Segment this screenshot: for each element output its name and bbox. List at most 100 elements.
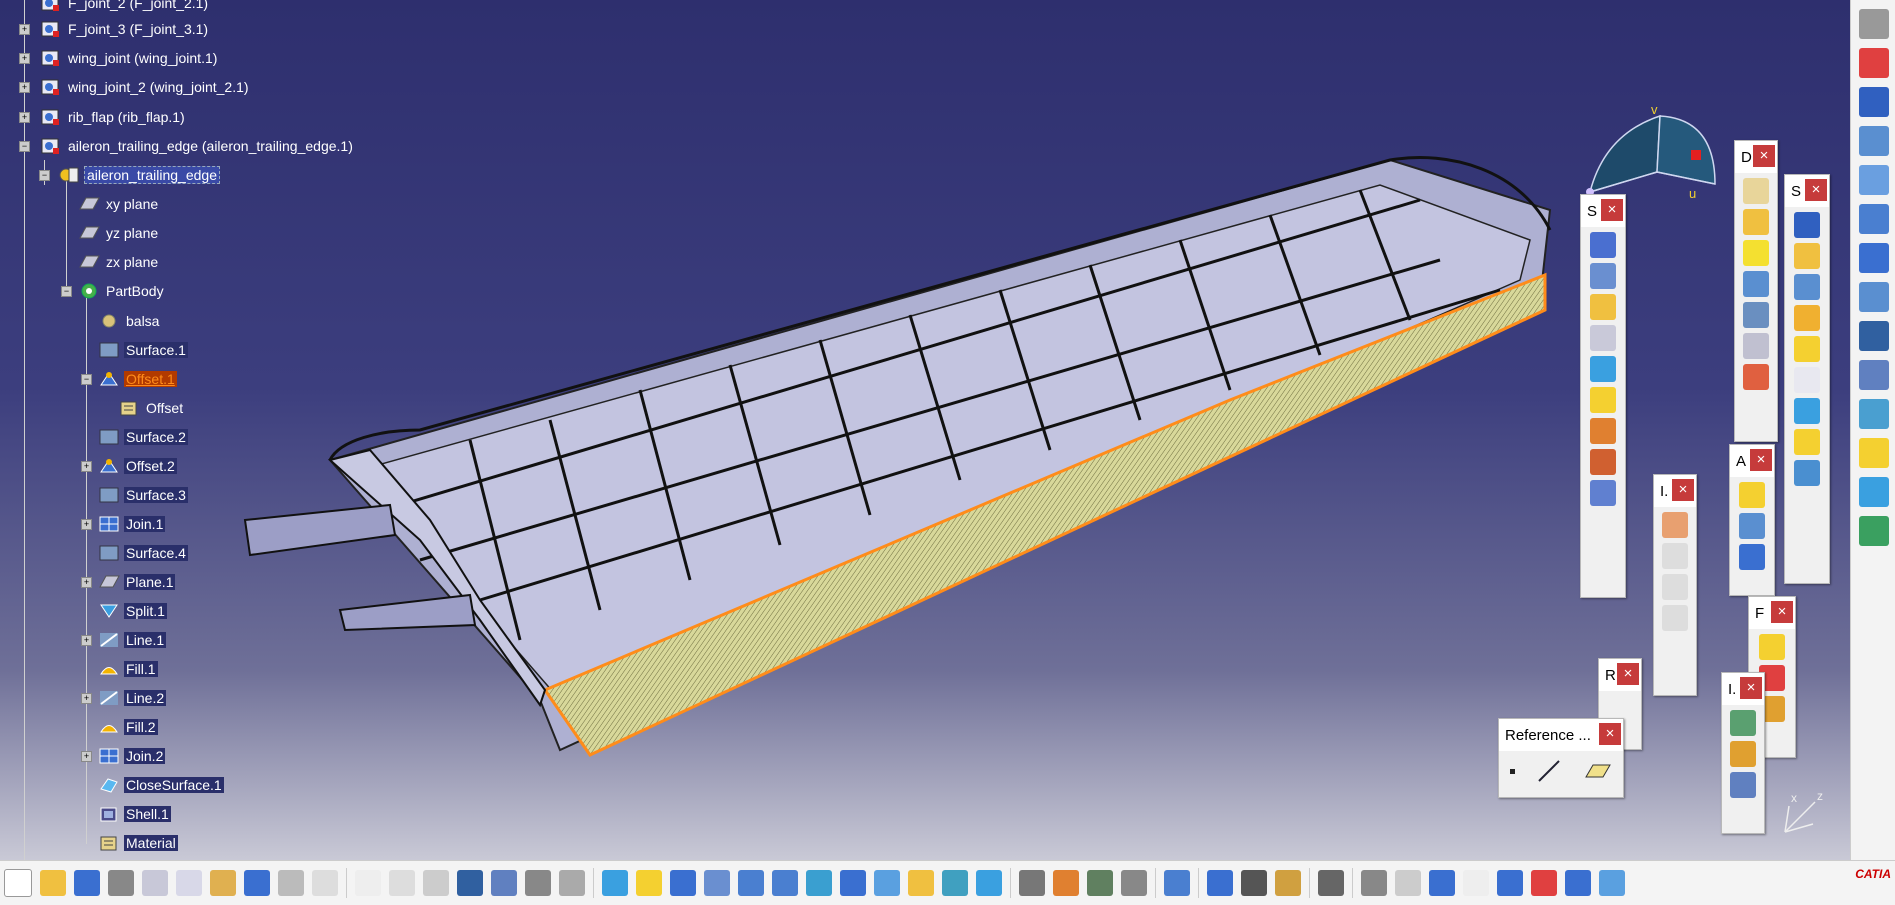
plane-tool-icon[interactable] bbox=[1590, 294, 1616, 320]
close-icon[interactable]: × bbox=[1750, 449, 1772, 471]
boolean-icon[interactable] bbox=[1858, 321, 1889, 351]
tree-item-zx-plane[interactable]: zx plane bbox=[78, 251, 160, 273]
capture-icon[interactable] bbox=[1318, 870, 1344, 896]
tree-item-surface-2[interactable]: Surface.2 bbox=[98, 426, 188, 448]
material-tool-icon[interactable] bbox=[1599, 870, 1625, 896]
tree-item-closesurface-1[interactable]: CloseSurface.1 bbox=[98, 774, 224, 796]
tree-item-wing-joint[interactable]: wing_joint (wing_joint.1) bbox=[40, 47, 219, 69]
close-icon[interactable]: × bbox=[1740, 677, 1762, 699]
tree-item-join-2[interactable]: Join.2 bbox=[98, 745, 166, 767]
close-icon[interactable]: × bbox=[1599, 723, 1621, 745]
axis-system-icon[interactable] bbox=[1429, 870, 1455, 896]
tree-item-material[interactable]: Material bbox=[98, 832, 178, 854]
hole-icon[interactable] bbox=[1743, 302, 1769, 328]
3d-viewport[interactable]: F_joint_2 (F_joint_2.1) F_joint_3 (F_joi… bbox=[0, 0, 1850, 860]
plane-system-icon[interactable] bbox=[1497, 870, 1523, 896]
catalog-icon[interactable] bbox=[1730, 741, 1756, 767]
palette-d[interactable]: D × bbox=[1734, 140, 1778, 442]
render-icon[interactable] bbox=[1739, 513, 1765, 539]
palette-i2[interactable]: I. × bbox=[1721, 672, 1765, 834]
fit-all-icon[interactable] bbox=[636, 870, 662, 896]
close-icon[interactable]: × bbox=[1672, 479, 1694, 501]
tree-item-offset-1[interactable]: Offset.1 bbox=[98, 368, 177, 390]
offset-tool-icon[interactable] bbox=[1794, 336, 1820, 362]
palette-s1[interactable]: S × bbox=[1580, 194, 1626, 598]
zoom-in-icon[interactable] bbox=[738, 870, 764, 896]
tree-item-split-1[interactable]: Split.1 bbox=[98, 600, 167, 622]
tree-item-yz-plane[interactable]: yz plane bbox=[78, 222, 160, 244]
pdf-icon[interactable] bbox=[1858, 48, 1889, 78]
tree-icon[interactable] bbox=[491, 870, 517, 896]
normal-view-icon[interactable] bbox=[806, 870, 832, 896]
groove-icon[interactable] bbox=[1743, 271, 1769, 297]
sphere-icon[interactable] bbox=[1794, 274, 1820, 300]
powercopy-icon[interactable] bbox=[1730, 772, 1756, 798]
extract-icon[interactable] bbox=[1590, 449, 1616, 475]
open-icon[interactable] bbox=[40, 870, 66, 896]
expand-toggle[interactable]: + bbox=[81, 577, 92, 588]
formula-icon[interactable] bbox=[355, 870, 381, 896]
tree-item-f-joint-3[interactable]: F_joint_3 (F_joint_3.1) bbox=[40, 18, 210, 40]
tree-item-partbody[interactable]: PartBody bbox=[78, 280, 166, 302]
palette-reference[interactable]: Reference ... × bbox=[1498, 718, 1624, 798]
disabled-tool-icon[interactable] bbox=[1662, 574, 1688, 600]
tree-item-offset-2[interactable]: Offset.2 bbox=[98, 455, 177, 477]
pocket-icon[interactable] bbox=[1743, 209, 1769, 235]
plane-tool-icon[interactable] bbox=[1584, 761, 1612, 781]
surface-tool-icon[interactable] bbox=[1590, 325, 1616, 351]
tree-item-surface-4[interactable]: Surface.4 bbox=[98, 542, 188, 564]
new-icon[interactable] bbox=[4, 869, 32, 897]
lock-icon[interactable] bbox=[525, 870, 551, 896]
expand-toggle[interactable]: + bbox=[81, 751, 92, 762]
swap-space-icon[interactable] bbox=[976, 870, 1002, 896]
expand-toggle[interactable]: + bbox=[81, 635, 92, 646]
blend-icon[interactable] bbox=[1590, 356, 1616, 382]
copy-icon[interactable] bbox=[176, 870, 202, 896]
palette-s2[interactable]: S × bbox=[1784, 174, 1830, 584]
point-icon[interactable] bbox=[1509, 768, 1515, 774]
tree-item-balsa[interactable]: balsa bbox=[98, 310, 161, 332]
close-icon[interactable]: × bbox=[1753, 145, 1775, 167]
multi-section-icon[interactable] bbox=[1794, 398, 1820, 424]
cylinder-icon[interactable] bbox=[1794, 305, 1820, 331]
zoom-out-icon[interactable] bbox=[772, 870, 798, 896]
snap-icon[interactable] bbox=[1858, 282, 1889, 312]
close-icon[interactable]: × bbox=[1617, 663, 1639, 685]
sketcher-icon[interactable] bbox=[1858, 87, 1889, 117]
tree-item-aileron-trailing-edge-product[interactable]: aileron_trailing_edge (aileron_trailing_… bbox=[40, 135, 355, 157]
list-icon[interactable] bbox=[1565, 870, 1591, 896]
close-icon[interactable]: × bbox=[1805, 179, 1827, 201]
options-gear-icon[interactable] bbox=[1019, 870, 1045, 896]
disabled-tool-icon[interactable] bbox=[1662, 543, 1688, 569]
tree-item-plane-1[interactable]: Plane.1 bbox=[98, 571, 176, 593]
pan-icon[interactable] bbox=[670, 870, 696, 896]
revolve-icon[interactable] bbox=[1794, 243, 1820, 269]
tree-item-fill-1[interactable]: Fill.1 bbox=[98, 658, 158, 680]
expand-toggle[interactable]: + bbox=[19, 53, 30, 64]
knowledge-icon[interactable] bbox=[389, 870, 415, 896]
expand-toggle[interactable]: + bbox=[81, 461, 92, 472]
extrude-icon[interactable] bbox=[1794, 212, 1820, 238]
tree-item-rib-flap[interactable]: rib_flap (rib_flap.1) bbox=[40, 106, 187, 128]
line-tool-icon[interactable] bbox=[1536, 758, 1562, 784]
update-icon[interactable] bbox=[1164, 870, 1190, 896]
expand-toggle[interactable]: + bbox=[19, 24, 30, 35]
blend-surface-icon[interactable] bbox=[1794, 460, 1820, 486]
save-icon[interactable] bbox=[74, 870, 100, 896]
tree-item-join-1[interactable]: Join.1 bbox=[98, 513, 166, 535]
collapse-toggle[interactable]: − bbox=[39, 170, 50, 181]
apply-material-icon[interactable] bbox=[1739, 482, 1765, 508]
annotation-icon[interactable] bbox=[1858, 516, 1889, 546]
expand-toggle[interactable]: + bbox=[81, 693, 92, 704]
heal-icon[interactable] bbox=[1590, 480, 1616, 506]
collapse-toggle[interactable]: − bbox=[81, 374, 92, 385]
fillet-icon[interactable] bbox=[1759, 634, 1785, 660]
tree-item-wing-joint-2[interactable]: wing_joint_2 (wing_joint_2.1) bbox=[40, 76, 251, 98]
sketch-icon[interactable] bbox=[1590, 232, 1616, 258]
join-tool-icon[interactable] bbox=[1590, 418, 1616, 444]
instantiate-icon[interactable] bbox=[1730, 710, 1756, 736]
tree-item-surface-1[interactable]: Surface.1 bbox=[98, 339, 188, 361]
constraint-icon[interactable] bbox=[1531, 870, 1557, 896]
hide-show-icon[interactable] bbox=[942, 870, 968, 896]
palette-i1[interactable]: I. × bbox=[1653, 474, 1697, 696]
